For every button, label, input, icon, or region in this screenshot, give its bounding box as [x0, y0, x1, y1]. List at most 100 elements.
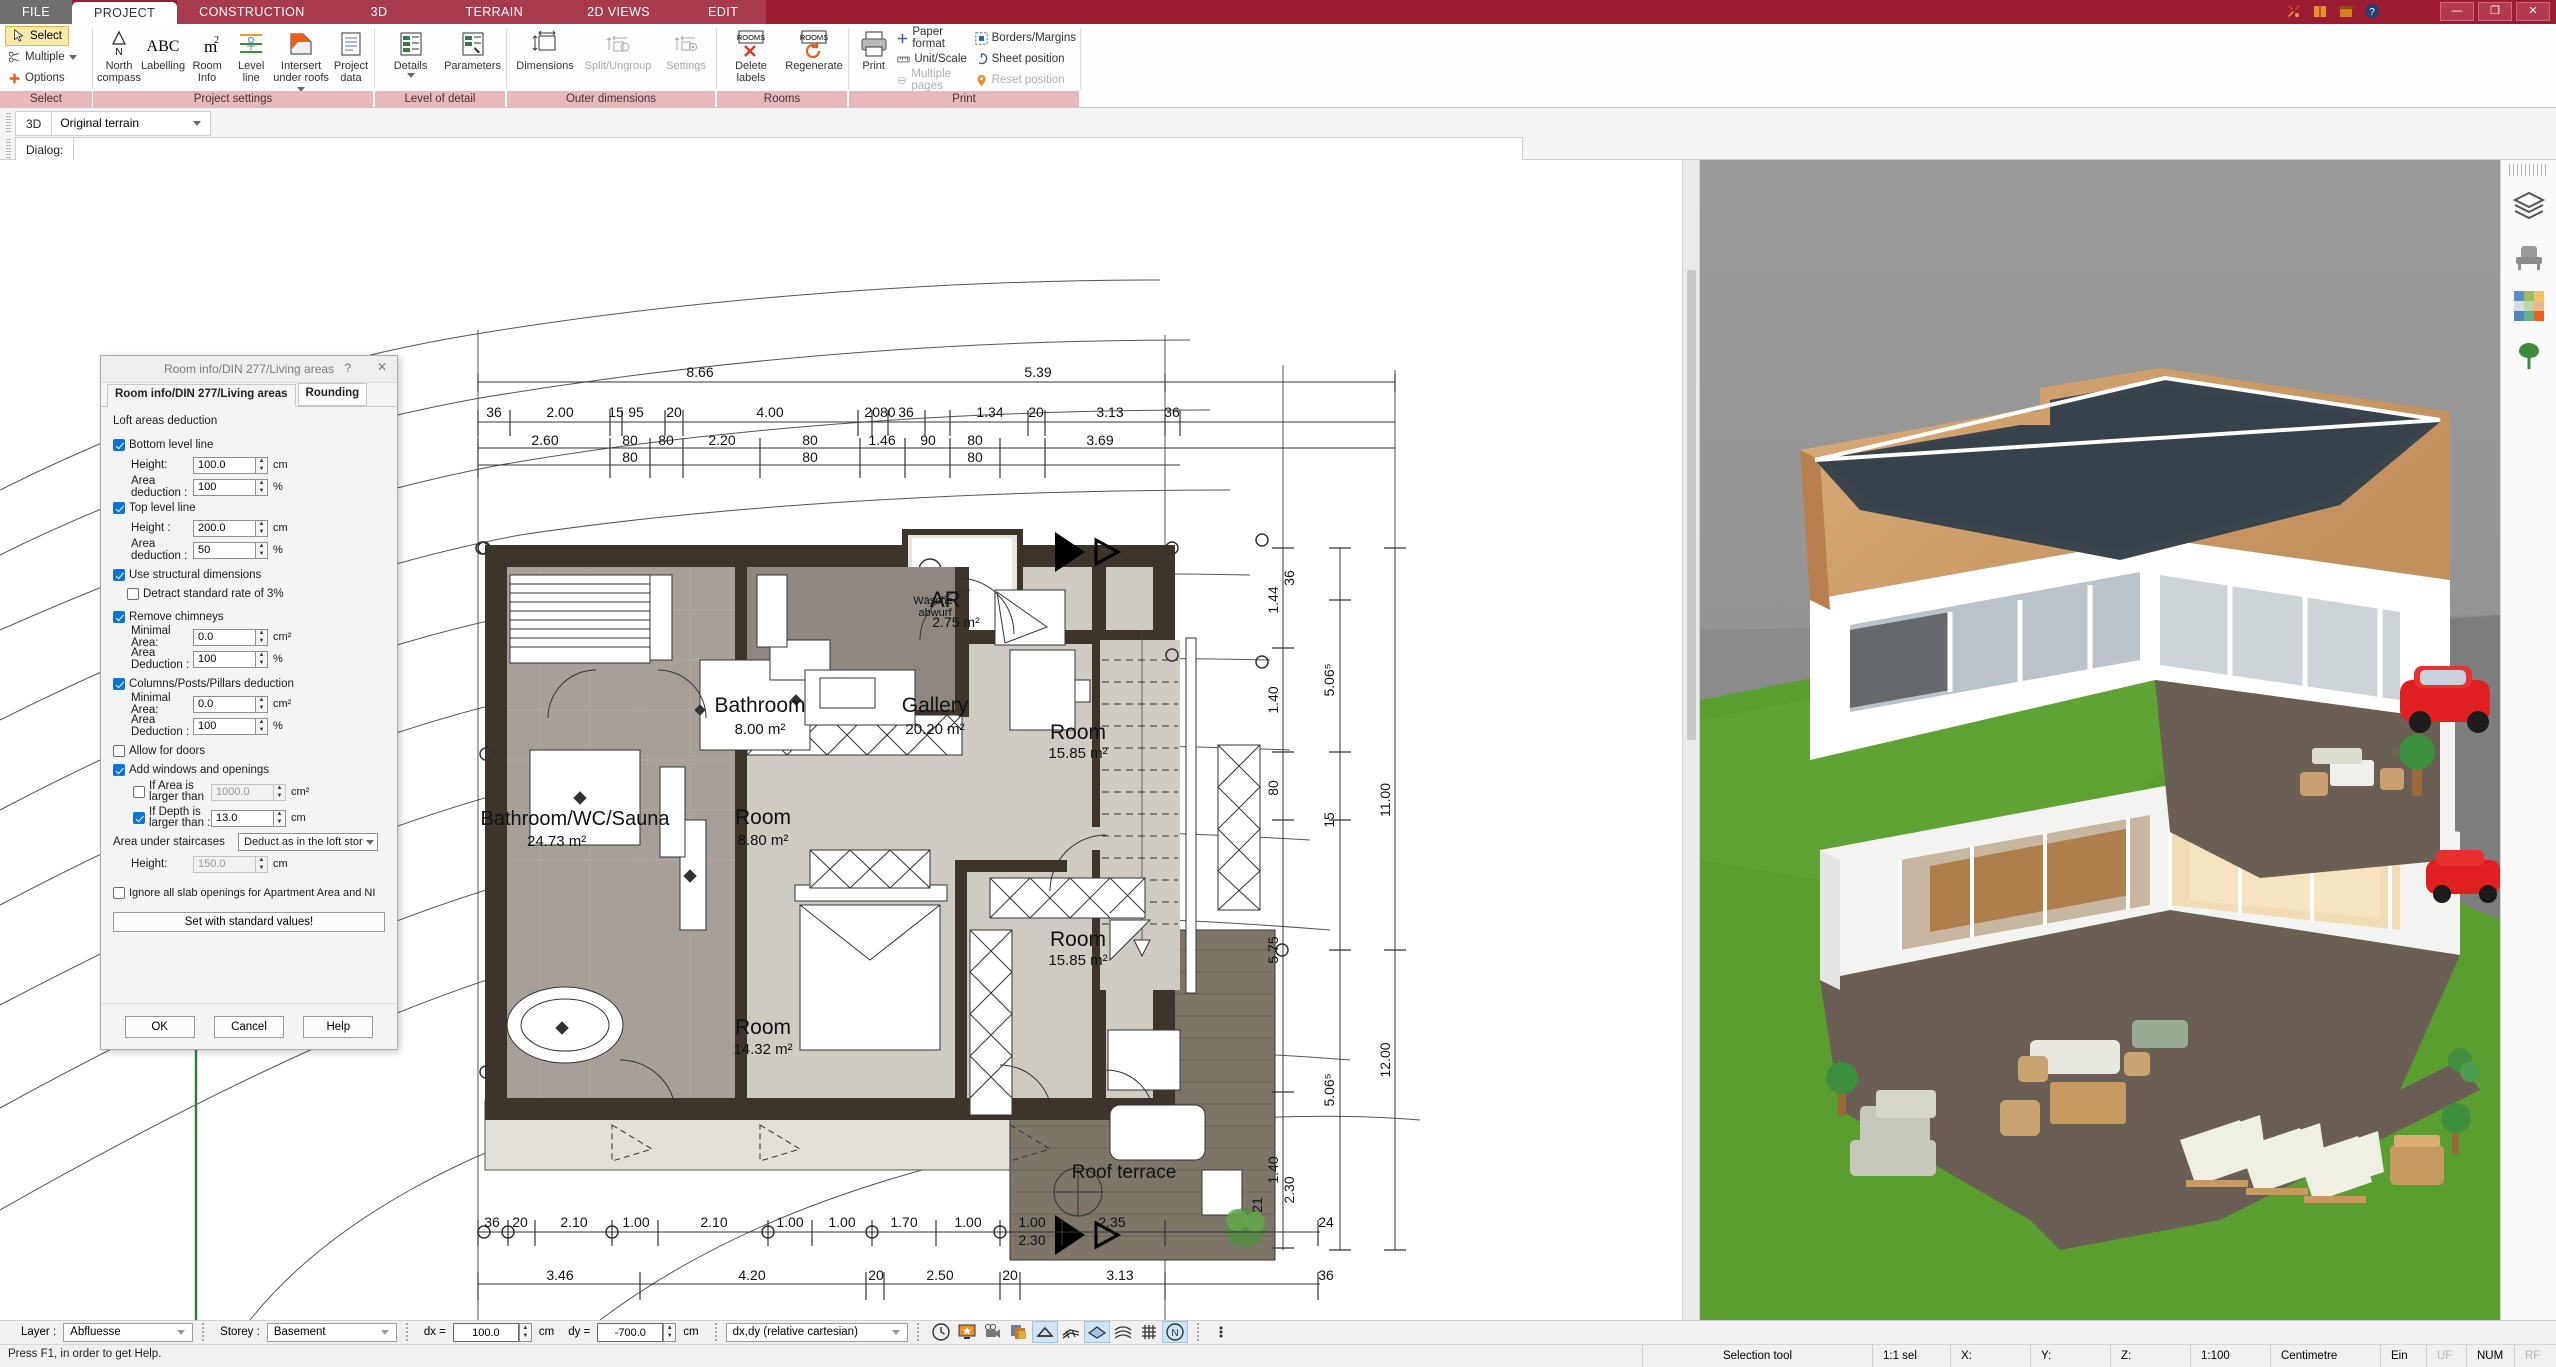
box-icon[interactable]	[2338, 3, 2354, 19]
3d-view-canvas[interactable]	[1700, 160, 2500, 1320]
remove-chimneys-checkbox[interactable]	[113, 610, 125, 623]
close-icon[interactable]: ✕	[377, 360, 387, 374]
right-panel-grip[interactable]	[2508, 164, 2549, 176]
top-area-spin-buttons[interactable]: ▲ ▼	[255, 541, 268, 559]
columns-min-area-input[interactable]	[193, 695, 255, 713]
staircase-height-input[interactable]	[193, 855, 255, 873]
tab-edit[interactable]: EDIT	[680, 0, 767, 24]
regenerate-button[interactable]: ROOMS Regenerate	[781, 26, 847, 73]
room-info-button[interactable]: m2 Room Info	[185, 26, 229, 84]
split-ungroup-button[interactable]: Split/Ungroup	[579, 26, 657, 73]
help-icon[interactable]: ?	[2364, 3, 2380, 19]
remove-chimneys-row[interactable]: Remove chimneys	[113, 607, 387, 626]
multiple-pages-button[interactable]: Multiple pages	[894, 68, 971, 92]
snap-object-icon[interactable]	[1083, 1321, 1110, 1343]
print-button[interactable]: Print	[853, 26, 894, 73]
tab-construction[interactable]: CONSTRUCTION	[177, 0, 327, 24]
dy-input[interactable]: -700.0	[597, 1322, 664, 1342]
columns-area-deduction-stepper[interactable]: ▲▼	[193, 717, 268, 735]
top-area-stepper[interactable]: ▲▼	[193, 541, 268, 559]
bottom-height-stepper[interactable]: ▲▼	[193, 456, 268, 474]
chimney-min-area-input[interactable]	[193, 628, 255, 646]
terrain-select[interactable]: Original terrain	[51, 110, 212, 136]
help-button[interactable]: Help	[303, 1015, 374, 1038]
staircase-height-stepper[interactable]: ▲▼	[193, 855, 268, 873]
top-level-line-checkbox[interactable]	[113, 501, 125, 514]
columns-min-area-stepper[interactable]: ▲▼	[193, 695, 268, 713]
package-icon[interactable]	[2312, 3, 2328, 19]
ortho-n-icon[interactable]: N	[1161, 1321, 1188, 1343]
level-line-button[interactable]: Level line	[229, 26, 273, 84]
pane-splitter[interactable]	[1682, 160, 1700, 1320]
plants-icon[interactable]	[2507, 334, 2551, 378]
if-area-larger-input[interactable]	[211, 783, 273, 801]
layers-color-icon[interactable]	[1006, 1321, 1032, 1343]
chimney-min-area-stepper[interactable]: ▲▼	[193, 628, 268, 646]
detract-standard-rate-row[interactable]: Detract standard rate of 3%	[113, 584, 387, 603]
delete-labels-button[interactable]: ROOMS Delete labels	[721, 26, 781, 84]
tab-terrain[interactable]: TERRAIN	[431, 0, 558, 24]
north-compass-button[interactable]: N North compass	[97, 26, 141, 84]
room-info-dialog[interactable]: Room info/DIN 277/Living areas ? ✕ Room …	[100, 355, 398, 1050]
dy-spin-buttons[interactable]: ▲ ▼	[663, 1322, 677, 1342]
storey-select[interactable]: Basement	[266, 1322, 397, 1342]
help-icon[interactable]: ?	[344, 361, 351, 375]
clock-icon[interactable]	[928, 1321, 954, 1343]
dialog-tab-rounding[interactable]: Rounding	[297, 383, 368, 406]
top-area-input[interactable]	[193, 541, 255, 559]
details-button[interactable]: Details	[381, 26, 440, 78]
coord-mode-select[interactable]: dx,dy (relative cartesian)	[725, 1322, 908, 1342]
top-level-line-row[interactable]: Top level line	[113, 498, 387, 517]
multiple-button[interactable]: Multiple	[5, 47, 80, 67]
dialog-input[interactable]	[73, 137, 1524, 161]
dialog-tab-room-info[interactable]: Room info/DIN 277/Living areas	[107, 384, 296, 407]
chevron-down-icon[interactable]	[406, 72, 415, 78]
labelling-button[interactable]: ABC Labelling	[141, 26, 185, 73]
columns-deduction-row[interactable]: Columns/Posts/Pillars deduction	[113, 674, 387, 693]
tab-file[interactable]: FILE	[0, 0, 72, 24]
columns-area-deduction-input[interactable]	[193, 717, 255, 735]
if-depth-larger-checkbox[interactable]	[133, 812, 145, 824]
minimize-button[interactable]: —	[2440, 2, 2474, 21]
ok-button[interactable]: OK	[124, 1015, 195, 1038]
dialog-titlebar[interactable]: Room info/DIN 277/Living areas ? ✕	[101, 356, 397, 383]
if-depth-larger-spin-buttons[interactable]: ▲ ▼	[273, 809, 286, 827]
detract-standard-rate-checkbox[interactable]	[127, 587, 139, 600]
ignore-slab-openings-checkbox[interactable]	[113, 886, 125, 899]
dimensions-button[interactable]: Dimensions	[511, 26, 579, 73]
splitter-thumb[interactable]	[1687, 270, 1696, 740]
bottom-area-stepper[interactable]: ▲▼	[193, 478, 268, 496]
chevron-down-icon[interactable]	[172, 1324, 190, 1341]
camera-icon[interactable]	[980, 1321, 1006, 1343]
chevron-down-icon[interactable]	[887, 1324, 905, 1341]
dialog-toolbar-grip[interactable]	[6, 139, 11, 159]
monitor-icon[interactable]	[954, 1321, 980, 1343]
bottom-level-line-checkbox[interactable]	[113, 438, 125, 451]
toolbar-grip[interactable]	[6, 113, 11, 133]
use-structural-dimensions-checkbox[interactable]	[113, 568, 125, 581]
options-button[interactable]: Options	[5, 68, 68, 88]
select-button[interactable]: Select	[5, 26, 69, 46]
if-depth-larger-stepper[interactable]: ▲▼	[211, 809, 286, 827]
dx-spin-buttons[interactable]: ▲ ▼	[518, 1322, 532, 1342]
bottom-height-input[interactable]	[193, 456, 255, 474]
grid-icon[interactable]	[1136, 1321, 1162, 1343]
more-options-icon[interactable]	[1208, 1321, 1234, 1343]
top-height-input[interactable]	[193, 519, 255, 537]
tab-3d[interactable]: 3D	[326, 0, 432, 24]
furniture-icon[interactable]	[2507, 234, 2551, 278]
tab-2d-views[interactable]: 2D VIEWS	[557, 0, 681, 24]
top-height-spin-buttons[interactable]: ▲ ▼	[255, 519, 268, 537]
dx-input[interactable]: 100.0	[452, 1322, 519, 1342]
bottom-area-input[interactable]	[193, 478, 255, 496]
bottom-area-spin-buttons[interactable]: ▲ ▼	[255, 478, 268, 496]
ignore-slab-openings-row[interactable]: Ignore all slab openings for Apartment A…	[113, 883, 387, 902]
chimney-area-deduction-input[interactable]	[193, 650, 255, 668]
paper-format-button[interactable]: Paper format	[894, 26, 971, 50]
chimney-min-area-spin-buttons[interactable]: ▲ ▼	[255, 628, 268, 646]
chevron-down-icon[interactable]	[188, 112, 206, 135]
area-under-staircases-select[interactable]: Deduct as in the loft stor	[238, 833, 378, 851]
set-standard-values-button[interactable]: Set with standard values!	[113, 912, 385, 932]
top-height-stepper[interactable]: ▲▼	[193, 519, 268, 537]
bottom-height-spin-buttons[interactable]: ▲ ▼	[255, 456, 268, 474]
